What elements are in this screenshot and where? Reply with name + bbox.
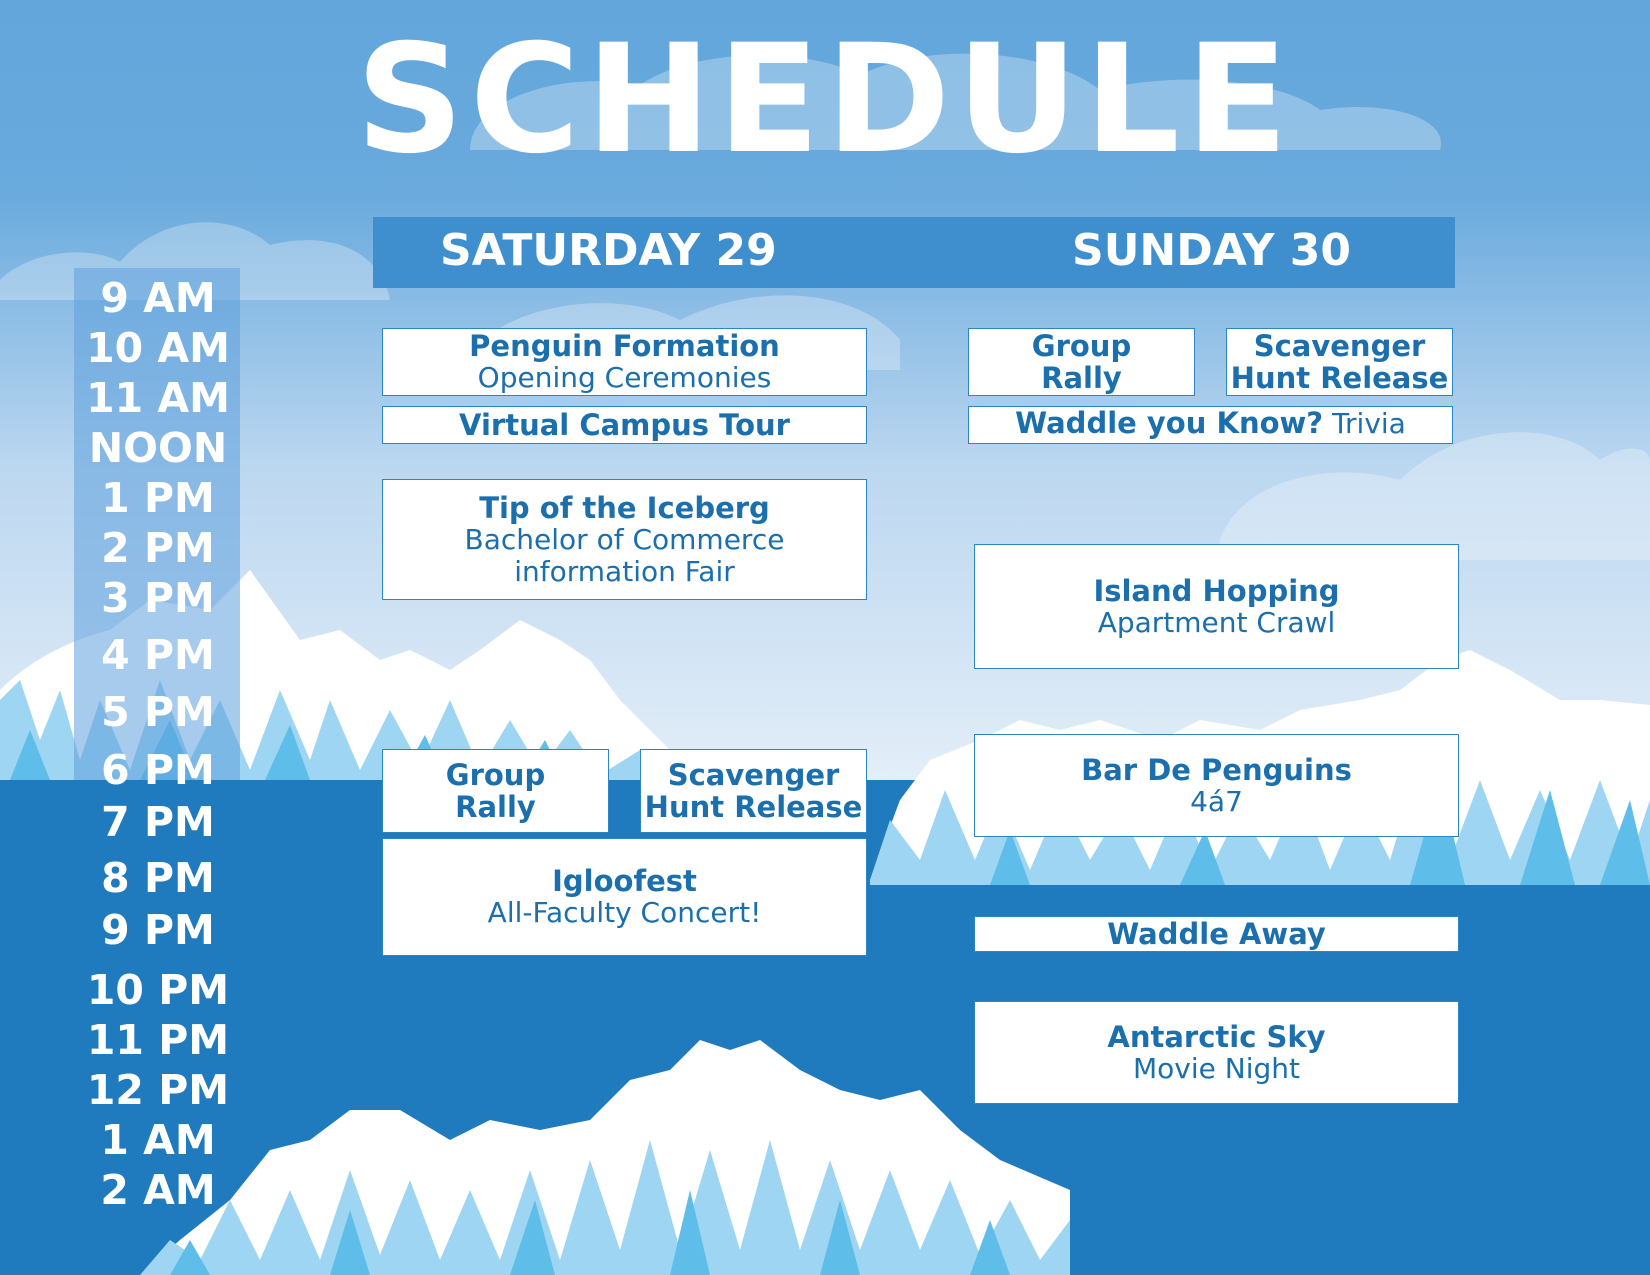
time-label: 9 AM [100,274,216,322]
event-title: Hunt Release [644,790,863,824]
event-title: Rally [455,790,536,824]
event-group-rally-sunday[interactable]: Group Rally [968,328,1195,396]
event-title: Bar De Penguins [1081,752,1352,787]
event-title: Waddle you Know? [1015,406,1324,440]
event-subtitle: Opening Ceremonies [477,361,772,394]
event-waddle-you-know-trivia[interactable]: Waddle you Know? Trivia [968,406,1453,444]
event-group-rally-saturday[interactable]: Group Rally [382,749,609,833]
time-label: 4 PM [101,631,215,679]
time-label: 5 PM [101,688,215,736]
event-scavenger-hunt-saturday[interactable]: Scavenger Hunt Release [640,749,867,833]
event-title: Group [445,758,546,792]
event-bar-de-penguins[interactable]: Bar De Penguins 4á7 [974,734,1459,837]
time-label: 3 PM [101,574,215,622]
time-label: 10 PM [86,966,230,1014]
event-island-hopping[interactable]: Island Hopping Apartment Crawl [974,544,1459,669]
event-title: Hunt Release [1230,361,1449,395]
time-label: 6 PM [101,746,215,794]
time-label: 8 PM [101,854,215,902]
event-penguin-formation[interactable]: Penguin Formation Opening Ceremonies [382,328,867,396]
event-waddle-away[interactable]: Waddle Away [974,916,1459,952]
time-label: 10 AM [86,324,230,372]
day-header-saturday: SATURDAY 29 [440,225,777,276]
time-label: 2 PM [101,524,215,572]
event-title: Virtual Campus Tour [459,408,790,442]
event-tip-of-the-iceberg[interactable]: Tip of the Iceberg Bachelor of Commerce … [382,479,867,600]
event-igloofest[interactable]: Igloofest All-Faculty Concert! [382,838,867,956]
time-label: 11 PM [86,1016,230,1064]
time-label: 1 AM [100,1116,216,1164]
time-label: 12 PM [86,1066,230,1114]
time-label: 9 PM [101,906,215,954]
event-subtitle: Trivia [1323,407,1406,440]
event-virtual-campus-tour[interactable]: Virtual Campus Tour [382,406,867,444]
event-subtitle: 4á7 [1190,784,1243,818]
event-subtitle: Movie Night [1133,1051,1300,1085]
event-title: Scavenger [667,758,840,792]
event-subtitle: information Fair [514,554,735,588]
event-title: Waddle Away [1107,917,1326,951]
event-subtitle: Apartment Crawl [1097,605,1336,639]
event-title: Rally [1041,361,1122,395]
time-label: 11 AM [86,374,230,422]
event-title: Igloofest [552,864,697,898]
time-label: NOON [88,424,228,472]
event-scavenger-hunt-sunday[interactable]: Scavenger Hunt Release [1226,328,1453,396]
time-label: 2 AM [100,1166,216,1214]
event-subtitle: Bachelor of Commerce [464,522,785,556]
event-title: Tip of the Iceberg [479,490,770,525]
event-subtitle: All-Faculty Concert! [487,896,762,929]
event-title: Penguin Formation [469,329,780,363]
time-label: 7 PM [101,798,215,846]
day-header-sunday: SUNDAY 30 [1072,225,1352,276]
event-title: Antarctic Sky [1107,1019,1326,1054]
schedule-poster: SCHEDULE SATURDAY 29 SUNDAY 30 9 AM 10 A… [0,0,1650,1275]
page-title: SCHEDULE [355,13,1295,187]
event-title: Group [1031,329,1132,363]
event-antarctic-sky[interactable]: Antarctic Sky Movie Night [974,1001,1459,1104]
time-label: 1 PM [101,474,215,522]
event-title: Island Hopping [1093,573,1340,608]
event-title: Scavenger [1253,329,1426,363]
